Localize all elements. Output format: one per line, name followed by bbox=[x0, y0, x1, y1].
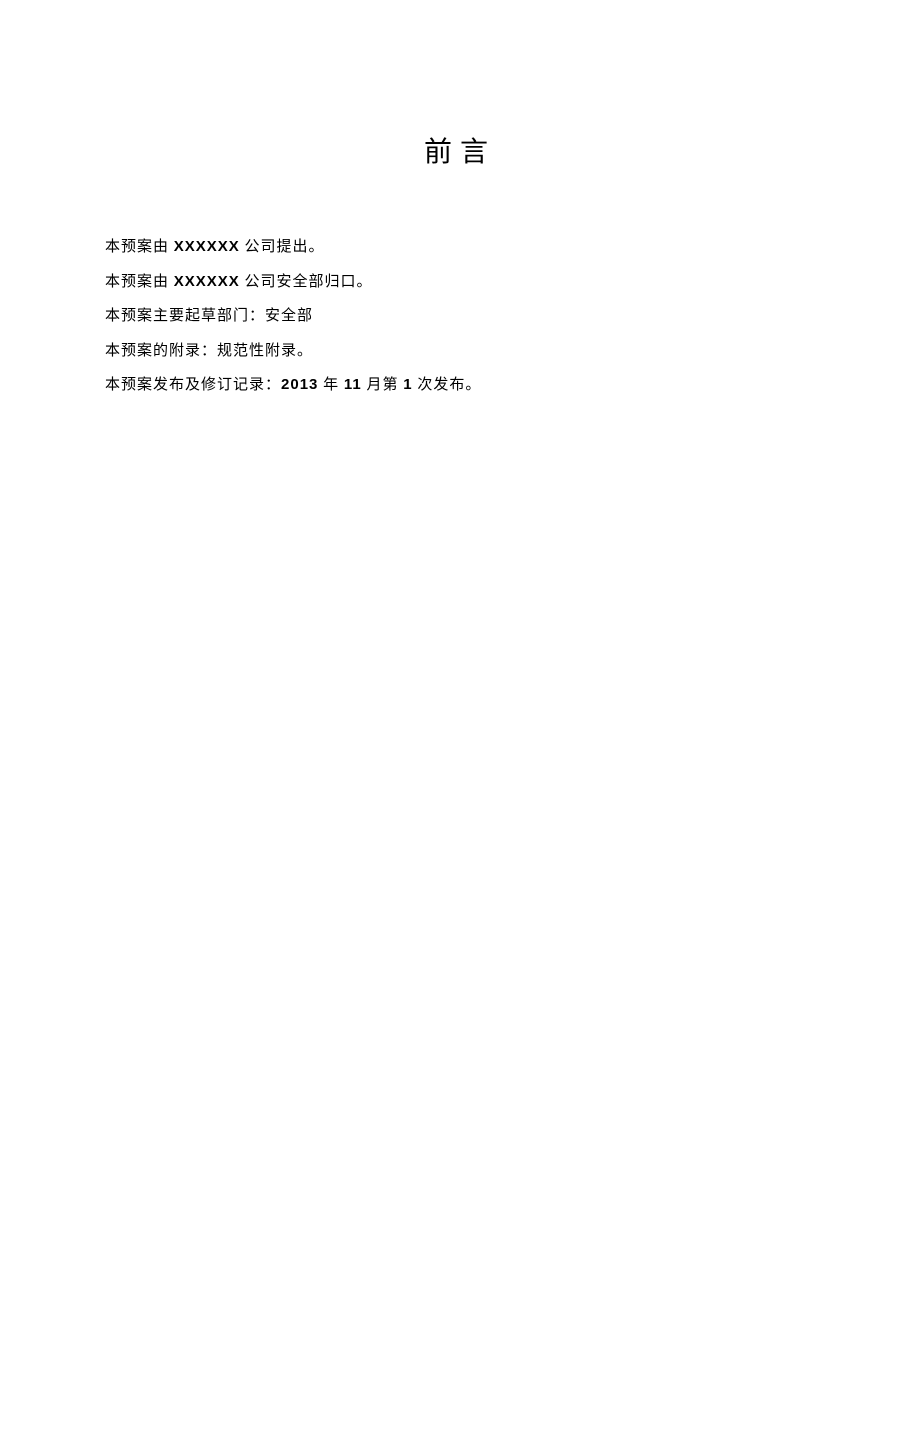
paragraph-proposer: 本预案由 XXXXXX 公司提出。 bbox=[105, 230, 815, 265]
text-segment: 月第 bbox=[362, 377, 404, 393]
paragraph-drafting-dept: 本预案主要起草部门：安全部 bbox=[105, 299, 815, 334]
text-segment: 年 bbox=[318, 377, 344, 393]
month-value: 11 bbox=[344, 376, 362, 393]
page-title: 前言 bbox=[0, 130, 920, 170]
paragraph-appendix: 本预案的附录：规范性附录。 bbox=[105, 334, 815, 369]
company-placeholder: XXXXXX bbox=[174, 273, 240, 290]
text-segment: 本预案由 bbox=[105, 274, 174, 290]
document-content: 本预案由 XXXXXX 公司提出。 本预案由 XXXXXX 公司安全部归口。 本… bbox=[0, 230, 920, 403]
edition-value: 1 bbox=[403, 376, 412, 393]
paragraph-revision-record: 本预案发布及修订记录：2013 年 11 月第 1 次发布。 bbox=[105, 368, 815, 403]
text-segment: 次发布。 bbox=[413, 377, 482, 393]
text-segment: 本预案发布及修订记录： bbox=[105, 377, 281, 393]
text-segment: 公司安全部归口。 bbox=[240, 274, 373, 290]
company-placeholder: XXXXXX bbox=[174, 238, 240, 255]
year-value: 2013 bbox=[281, 376, 318, 393]
text-segment: 本预案由 bbox=[105, 239, 174, 255]
text-segment: 公司提出。 bbox=[240, 239, 325, 255]
paragraph-department: 本预案由 XXXXXX 公司安全部归口。 bbox=[105, 265, 815, 300]
